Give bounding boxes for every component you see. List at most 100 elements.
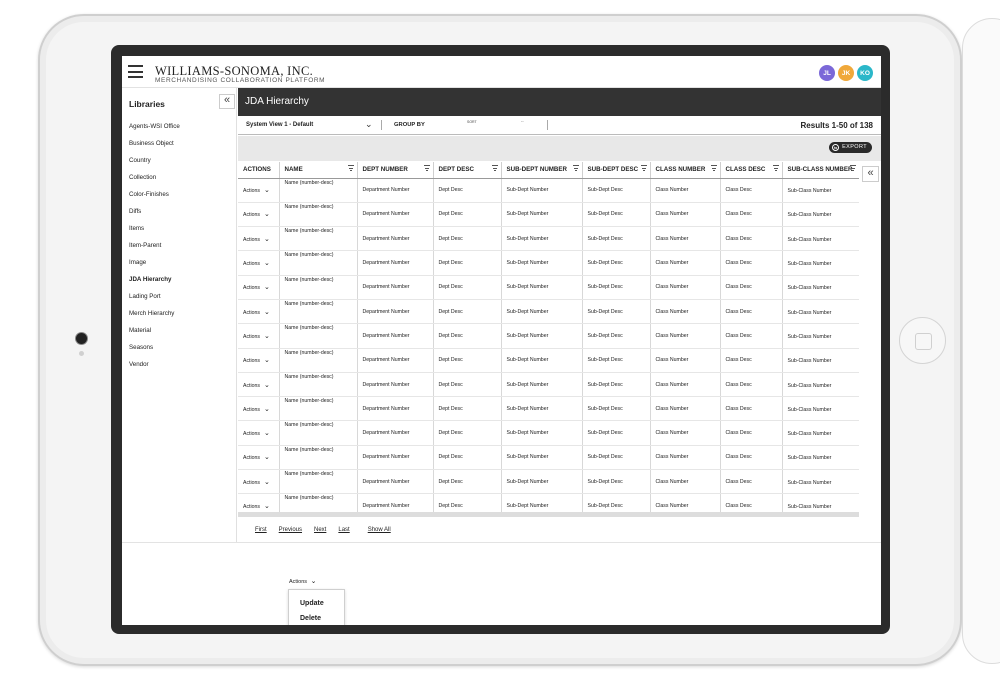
pagination-link[interactable]: Previous: [279, 527, 302, 533]
table-row[interactable]: Actions ⌄ Name (number-desc) Department Num…: [238, 445, 859, 471]
filter-icon[interactable]: [640, 165, 647, 173]
pagination-link[interactable]: Next: [314, 527, 326, 533]
collapse-sidebar-button[interactable]: «: [219, 94, 235, 109]
column-header[interactable]: SUB-DEPT NUMBER: [501, 162, 583, 179]
cell-actions[interactable]: Actions ⌄: [238, 178, 280, 203]
filter-icon[interactable]: [423, 165, 430, 173]
column-header[interactable]: NAME: [279, 162, 358, 179]
table-row[interactable]: Actions ⌄ Name (number-desc) Department Num…: [238, 178, 859, 203]
group-by-button[interactable]: GROUP BY: [394, 122, 425, 128]
chevron-down-icon[interactable]: ⌄: [264, 211, 270, 218]
cell-actions[interactable]: Actions ⌄: [238, 202, 280, 228]
sidebar-item[interactable]: Agents-WSI Office: [129, 123, 180, 140]
menu-item-update[interactable]: Update: [300, 600, 344, 615]
sidebar-item[interactable]: Merch Hierarchy: [129, 310, 180, 327]
column-header[interactable]: ACTIONS: [238, 162, 280, 179]
chevron-down-icon[interactable]: ⌄: [264, 382, 270, 389]
table-row[interactable]: Actions ⌄ Name (number-desc) Department Num…: [238, 323, 859, 349]
chevron-down-icon[interactable]: ⌄: [264, 236, 270, 243]
table-row[interactable]: Actions ⌄ Name (number-desc) Department Num…: [238, 469, 859, 495]
sidebar-item[interactable]: Country: [129, 157, 180, 174]
app-screen: WILLIAMS-SONOMA, INC. MERCHANDISING COLL…: [122, 56, 881, 625]
table-row[interactable]: Actions ⌄ Name (number-desc) Department Num…: [238, 348, 859, 373]
filter-icon[interactable]: [772, 165, 779, 173]
chevron-down-icon[interactable]: ⌄: [264, 333, 270, 340]
sidebar-item[interactable]: JDA Hierarchy: [129, 276, 180, 293]
chevron-down-icon[interactable]: ⌄: [264, 406, 270, 413]
menu-icon[interactable]: [128, 65, 143, 78]
table-row[interactable]: Actions ⌄ Name (number-desc) Department Num…: [238, 275, 859, 300]
sidebar-item[interactable]: Lading Port: [129, 293, 180, 310]
menu-item-delete[interactable]: Delete: [300, 615, 344, 625]
cell-actions[interactable]: Actions ⌄: [238, 323, 280, 349]
cell-dept-number: Department Number: [357, 299, 434, 325]
sidebar-item[interactable]: Image: [129, 259, 180, 276]
chevron-down-icon[interactable]: ⌄: [264, 479, 270, 486]
cell-actions[interactable]: Actions ⌄: [238, 396, 280, 422]
avatar[interactable]: JL: [819, 65, 835, 81]
column-header[interactable]: DEPT DESC: [433, 162, 502, 179]
avatar[interactable]: KO: [857, 65, 873, 81]
sidebar-item[interactable]: Items: [129, 225, 180, 242]
column-header[interactable]: CLASS NUMBER: [650, 162, 721, 179]
filter-icon[interactable]: [491, 165, 498, 173]
cell-actions[interactable]: Actions ⌄: [238, 445, 280, 471]
cell-actions[interactable]: Actions ⌄: [238, 299, 280, 325]
sort-button[interactable]: SORT: [467, 120, 477, 124]
table-row[interactable]: Actions ⌄ Name (number-desc) Department Num…: [238, 226, 859, 252]
pagination-link[interactable]: Last: [338, 527, 349, 533]
filter-icon[interactable]: [710, 165, 717, 173]
column-header[interactable]: SUB-DEPT DESC: [582, 162, 651, 179]
sidebar-item[interactable]: Collection: [129, 174, 180, 191]
sidebar-item[interactable]: Business Object: [129, 140, 180, 157]
cell-actions[interactable]: Actions ⌄: [238, 250, 280, 276]
home-button[interactable]: [899, 317, 946, 364]
cell-actions[interactable]: Actions ⌄: [238, 372, 280, 398]
filter-icon[interactable]: [849, 165, 856, 173]
pagination-link[interactable]: Show All: [368, 527, 391, 533]
chevron-down-icon[interactable]: ⌄: [264, 357, 270, 364]
cell-actions[interactable]: Actions ⌄: [238, 226, 280, 252]
table-row[interactable]: Actions ⌄ Name (number-desc) Department Num…: [238, 372, 859, 398]
table-row[interactable]: Actions ⌄ Name (number-desc) Department Num…: [238, 250, 859, 276]
chevron-down-icon[interactable]: ⌄: [264, 503, 270, 510]
cell-actions[interactable]: Actions ⌄: [238, 348, 280, 373]
filter-icon[interactable]: [347, 165, 354, 173]
chevron-down-icon[interactable]: ⌄: [264, 187, 270, 194]
table-row[interactable]: Actions ⌄ Name (number-desc) Department Num…: [238, 396, 859, 422]
view-select[interactable]: System View 1 - Default: [246, 122, 313, 128]
row-actions-label: Actions: [243, 382, 261, 389]
cell-sub-class-number: Sub-Class Number: [782, 493, 859, 512]
cell-class-desc: Class Desc: [720, 372, 783, 398]
sidebar-item[interactable]: Seasons: [129, 344, 180, 361]
table-row[interactable]: Actions ⌄ Name (number-desc) Department Num…: [238, 299, 859, 325]
actions-dropdown-trigger[interactable]: Actions ⌄: [289, 577, 316, 585]
sidebar-item[interactable]: Material: [129, 327, 180, 344]
sidebar-item[interactable]: Item-Parent: [129, 242, 180, 259]
chevron-down-icon[interactable]: ⌄: [264, 260, 270, 267]
avatar[interactable]: JK: [838, 65, 854, 81]
table-row[interactable]: Actions ⌄ Name (number-desc) Department Num…: [238, 493, 859, 512]
column-header[interactable]: DEPT NUMBER: [357, 162, 434, 179]
sidebar-item[interactable]: Diffs: [129, 208, 180, 225]
cell-actions[interactable]: Actions ⌄: [238, 420, 280, 446]
chevron-down-icon[interactable]: ⌄: [264, 284, 270, 291]
column-header[interactable]: SUB-CLASS NUMBER: [782, 162, 859, 179]
collapse-panel-button[interactable]: «: [862, 166, 879, 182]
column-header[interactable]: CLASS DESC: [720, 162, 783, 179]
filter-icon[interactable]: [572, 165, 579, 173]
cell-actions[interactable]: Actions ⌄: [238, 275, 280, 300]
table-row[interactable]: Actions ⌄ Name (number-desc) Department Num…: [238, 202, 859, 228]
chevron-down-icon[interactable]: ⌄: [264, 454, 270, 461]
chevron-down-icon[interactable]: ⌄: [365, 119, 373, 130]
sidebar-item[interactable]: Color-Finishes: [129, 191, 180, 208]
cell-dept-desc: Dept Desc: [433, 445, 502, 471]
cell-actions[interactable]: Actions ⌄: [238, 493, 280, 512]
chevron-down-icon[interactable]: ⌄: [264, 309, 270, 316]
chevron-down-icon[interactable]: ⌄: [264, 430, 270, 437]
cell-actions[interactable]: Actions ⌄: [238, 469, 280, 495]
sidebar-item[interactable]: Vendor: [129, 361, 180, 378]
export-button[interactable]: ⇆ EXPORT: [829, 142, 872, 153]
pagination-link[interactable]: First: [255, 527, 267, 533]
table-row[interactable]: Actions ⌄ Name (number-desc) Department Num…: [238, 420, 859, 446]
